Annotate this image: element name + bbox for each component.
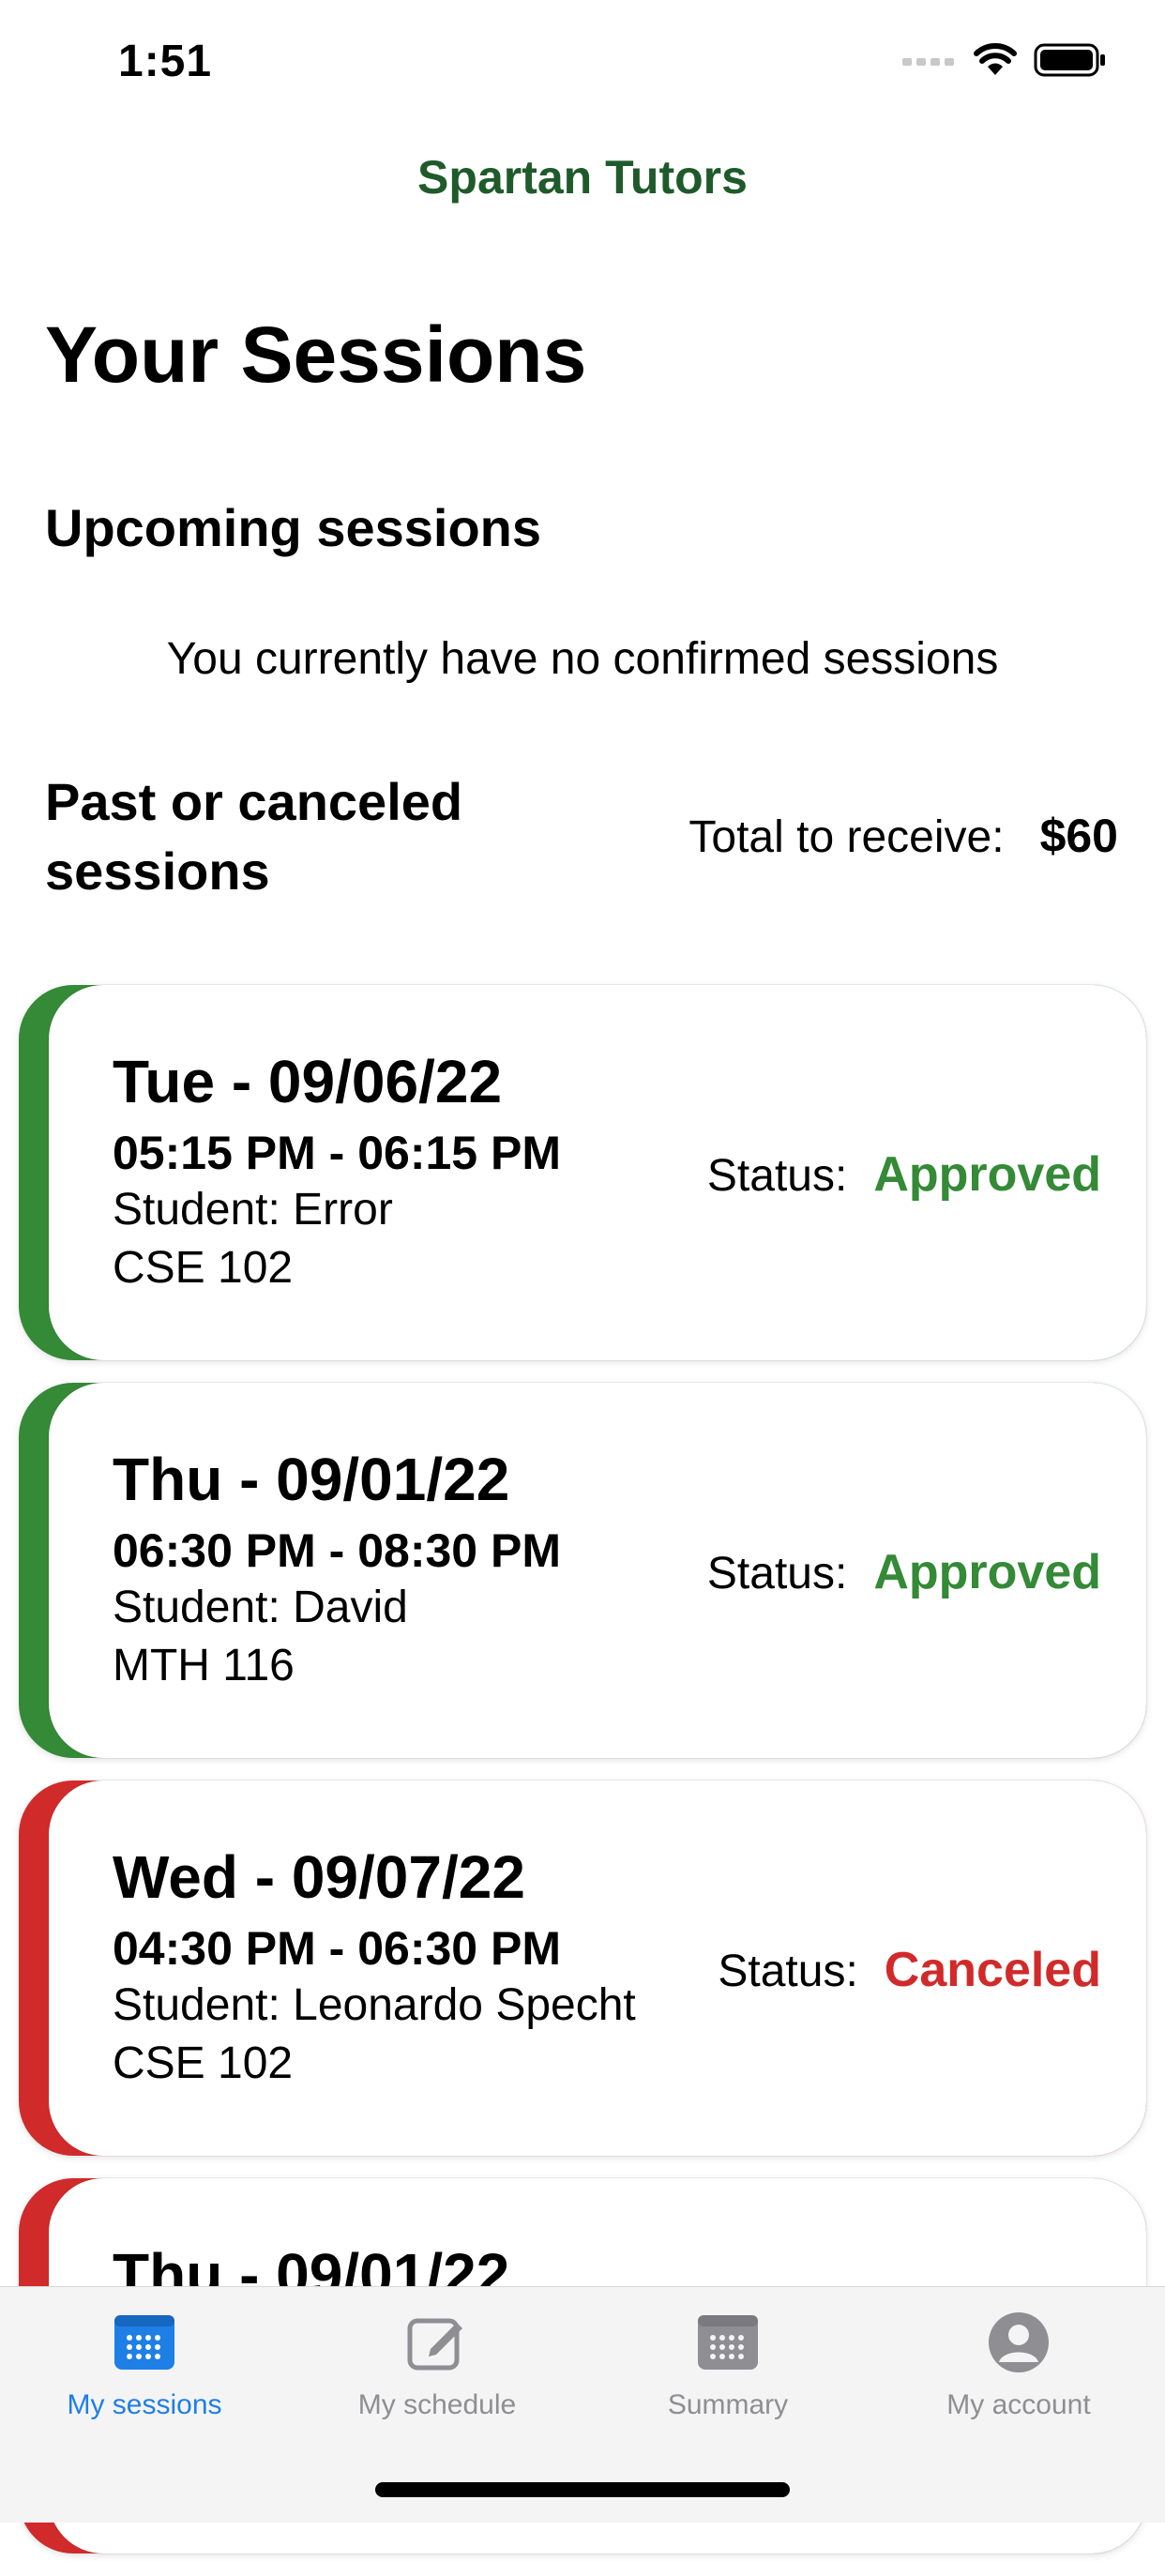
past-sessions-heading: Past or canceled sessions	[45, 772, 463, 901]
calendar-icon	[698, 2315, 758, 2370]
session-course: CSE 102	[113, 1243, 294, 1293]
session-date: Thu - 09/01/22	[113, 1446, 510, 1513]
status-value: Approved	[873, 1545, 1101, 1599]
session-status: Status: Canceled	[718, 1942, 1101, 1998]
session-card-body: Wed - 09/07/22 04:30 PM - 06:30 PM Stude…	[49, 1780, 1146, 2156]
session-student: Student: Error	[113, 1185, 393, 1235]
edit-square-icon	[407, 2318, 462, 2371]
session-status: Status: Approved	[707, 1544, 1101, 1600]
session-course: MTH 116	[113, 1641, 295, 1690]
session-card[interactable]: Tue - 09/06/22 05:15 PM - 06:15 PM Stude…	[19, 985, 1146, 1360]
tab-label: My account	[946, 2389, 1091, 2420]
session-card[interactable]: Wed - 09/07/22 04:30 PM - 06:30 PM Stude…	[19, 1780, 1146, 2156]
status-label: Status:	[706, 1549, 848, 1599]
session-time: 05:15 PM - 06:15 PM	[113, 1127, 561, 1179]
app-title: Spartan Tutors	[417, 151, 748, 204]
upcoming-sessions-heading: Upcoming sessions	[45, 498, 542, 557]
tab-label: My sessions	[67, 2389, 222, 2420]
session-course: CSE 102	[113, 2038, 294, 2088]
status-label: Status:	[706, 1151, 848, 1201]
home-indicator[interactable]	[375, 2482, 790, 2497]
session-time: 04:30 PM - 06:30 PM	[113, 1922, 561, 1975]
tab-my-account[interactable]: My account	[878, 2310, 1159, 2421]
tab-label: Summary	[667, 2389, 789, 2420]
tab-my-sessions[interactable]: My sessions	[4, 2310, 285, 2421]
session-date: Wed - 09/07/22	[113, 1843, 525, 1911]
wifi-icon	[974, 43, 1017, 75]
session-status: Status: Approved	[707, 1146, 1101, 1203]
tab-summary[interactable]: Summary	[587, 2310, 869, 2421]
status-icons	[902, 43, 1107, 77]
total-value: $60	[1039, 810, 1118, 862]
status-value: Canceled	[884, 1943, 1101, 1997]
session-student: Student: David	[113, 1583, 408, 1632]
session-date: Tue - 09/06/22	[113, 1048, 503, 1115]
account-circle-icon	[989, 2312, 1049, 2372]
tab-my-schedule[interactable]: My schedule	[296, 2310, 578, 2421]
signal-icon	[902, 58, 954, 66]
total-label: Total to receive:	[688, 812, 1005, 862]
status-time: 1:51	[118, 37, 213, 86]
status-bar: 1:51	[0, 0, 1165, 131]
session-card[interactable]: Thu - 09/01/22 06:30 PM - 08:30 PM Stude…	[19, 1383, 1146, 1758]
tab-label: My schedule	[357, 2389, 517, 2420]
battery-icon	[1034, 43, 1105, 77]
session-card-body: Thu - 09/01/22 06:30 PM - 08:30 PM Stude…	[49, 1383, 1146, 1758]
total-to-receive: Total to receive: $60	[688, 809, 1118, 863]
session-card-body: Tue - 09/06/22 05:15 PM - 06:15 PM Stude…	[49, 985, 1146, 1360]
status-value: Approved	[873, 1147, 1101, 1202]
session-time: 06:30 PM - 08:30 PM	[113, 1524, 561, 1577]
page-title: Your Sessions	[45, 311, 587, 399]
upcoming-empty-message: You currently have no confirmed sessions	[166, 634, 999, 684]
status-label: Status:	[718, 1947, 858, 1996]
session-student: Student: Leonardo Specht	[113, 1980, 636, 2030]
calendar-icon	[114, 2315, 174, 2370]
